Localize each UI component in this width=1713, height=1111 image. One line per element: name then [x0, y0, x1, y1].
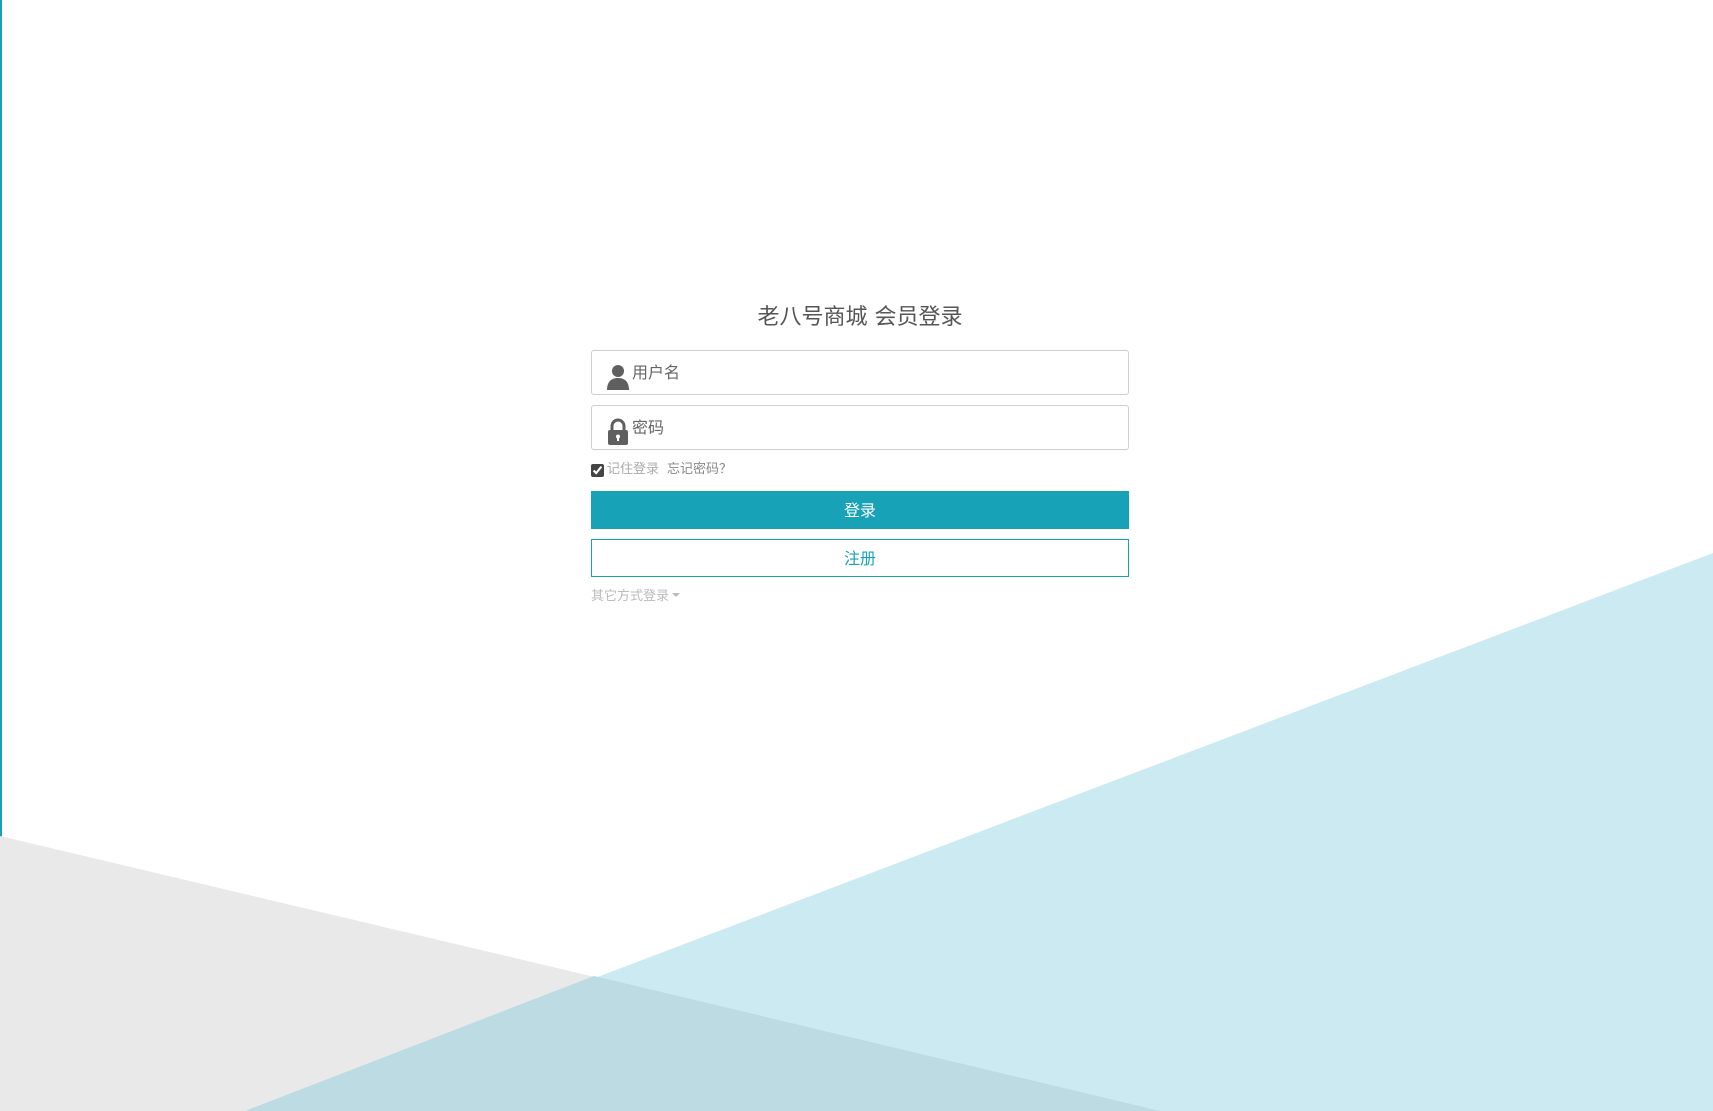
username-input[interactable]	[632, 351, 1112, 394]
register-button[interactable]: 注册	[591, 539, 1129, 577]
login-panel: 老八号商城 会员登录 记住登录 忘记密码？ 登录 注册 其它方式登录	[591, 298, 1129, 604]
password-field[interactable]	[591, 405, 1129, 450]
password-input[interactable]	[632, 406, 1112, 449]
remember-label[interactable]: 记住登录	[607, 459, 659, 481]
login-button[interactable]: 登录	[591, 491, 1129, 529]
background-gray-triangle	[0, 836, 1160, 1111]
lock-icon	[608, 418, 628, 445]
login-options-row: 记住登录 忘记密码？	[591, 459, 1129, 481]
background-blue-triangle	[245, 553, 1713, 1111]
forgot-password-link[interactable]: 忘记密码？	[667, 459, 732, 481]
remember-checkbox[interactable]	[591, 463, 604, 477]
left-edge-accent	[0, 0, 2, 1111]
user-icon	[607, 365, 629, 390]
other-login-label: 其它方式登录	[591, 589, 670, 604]
caret-down-icon	[672, 592, 681, 597]
background-overlap-region	[245, 976, 1160, 1111]
page-title: 老八号商城 会员登录	[757, 305, 963, 330]
other-login-dropdown[interactable]: 其它方式登录	[591, 585, 681, 604]
username-field[interactable]	[591, 350, 1129, 395]
